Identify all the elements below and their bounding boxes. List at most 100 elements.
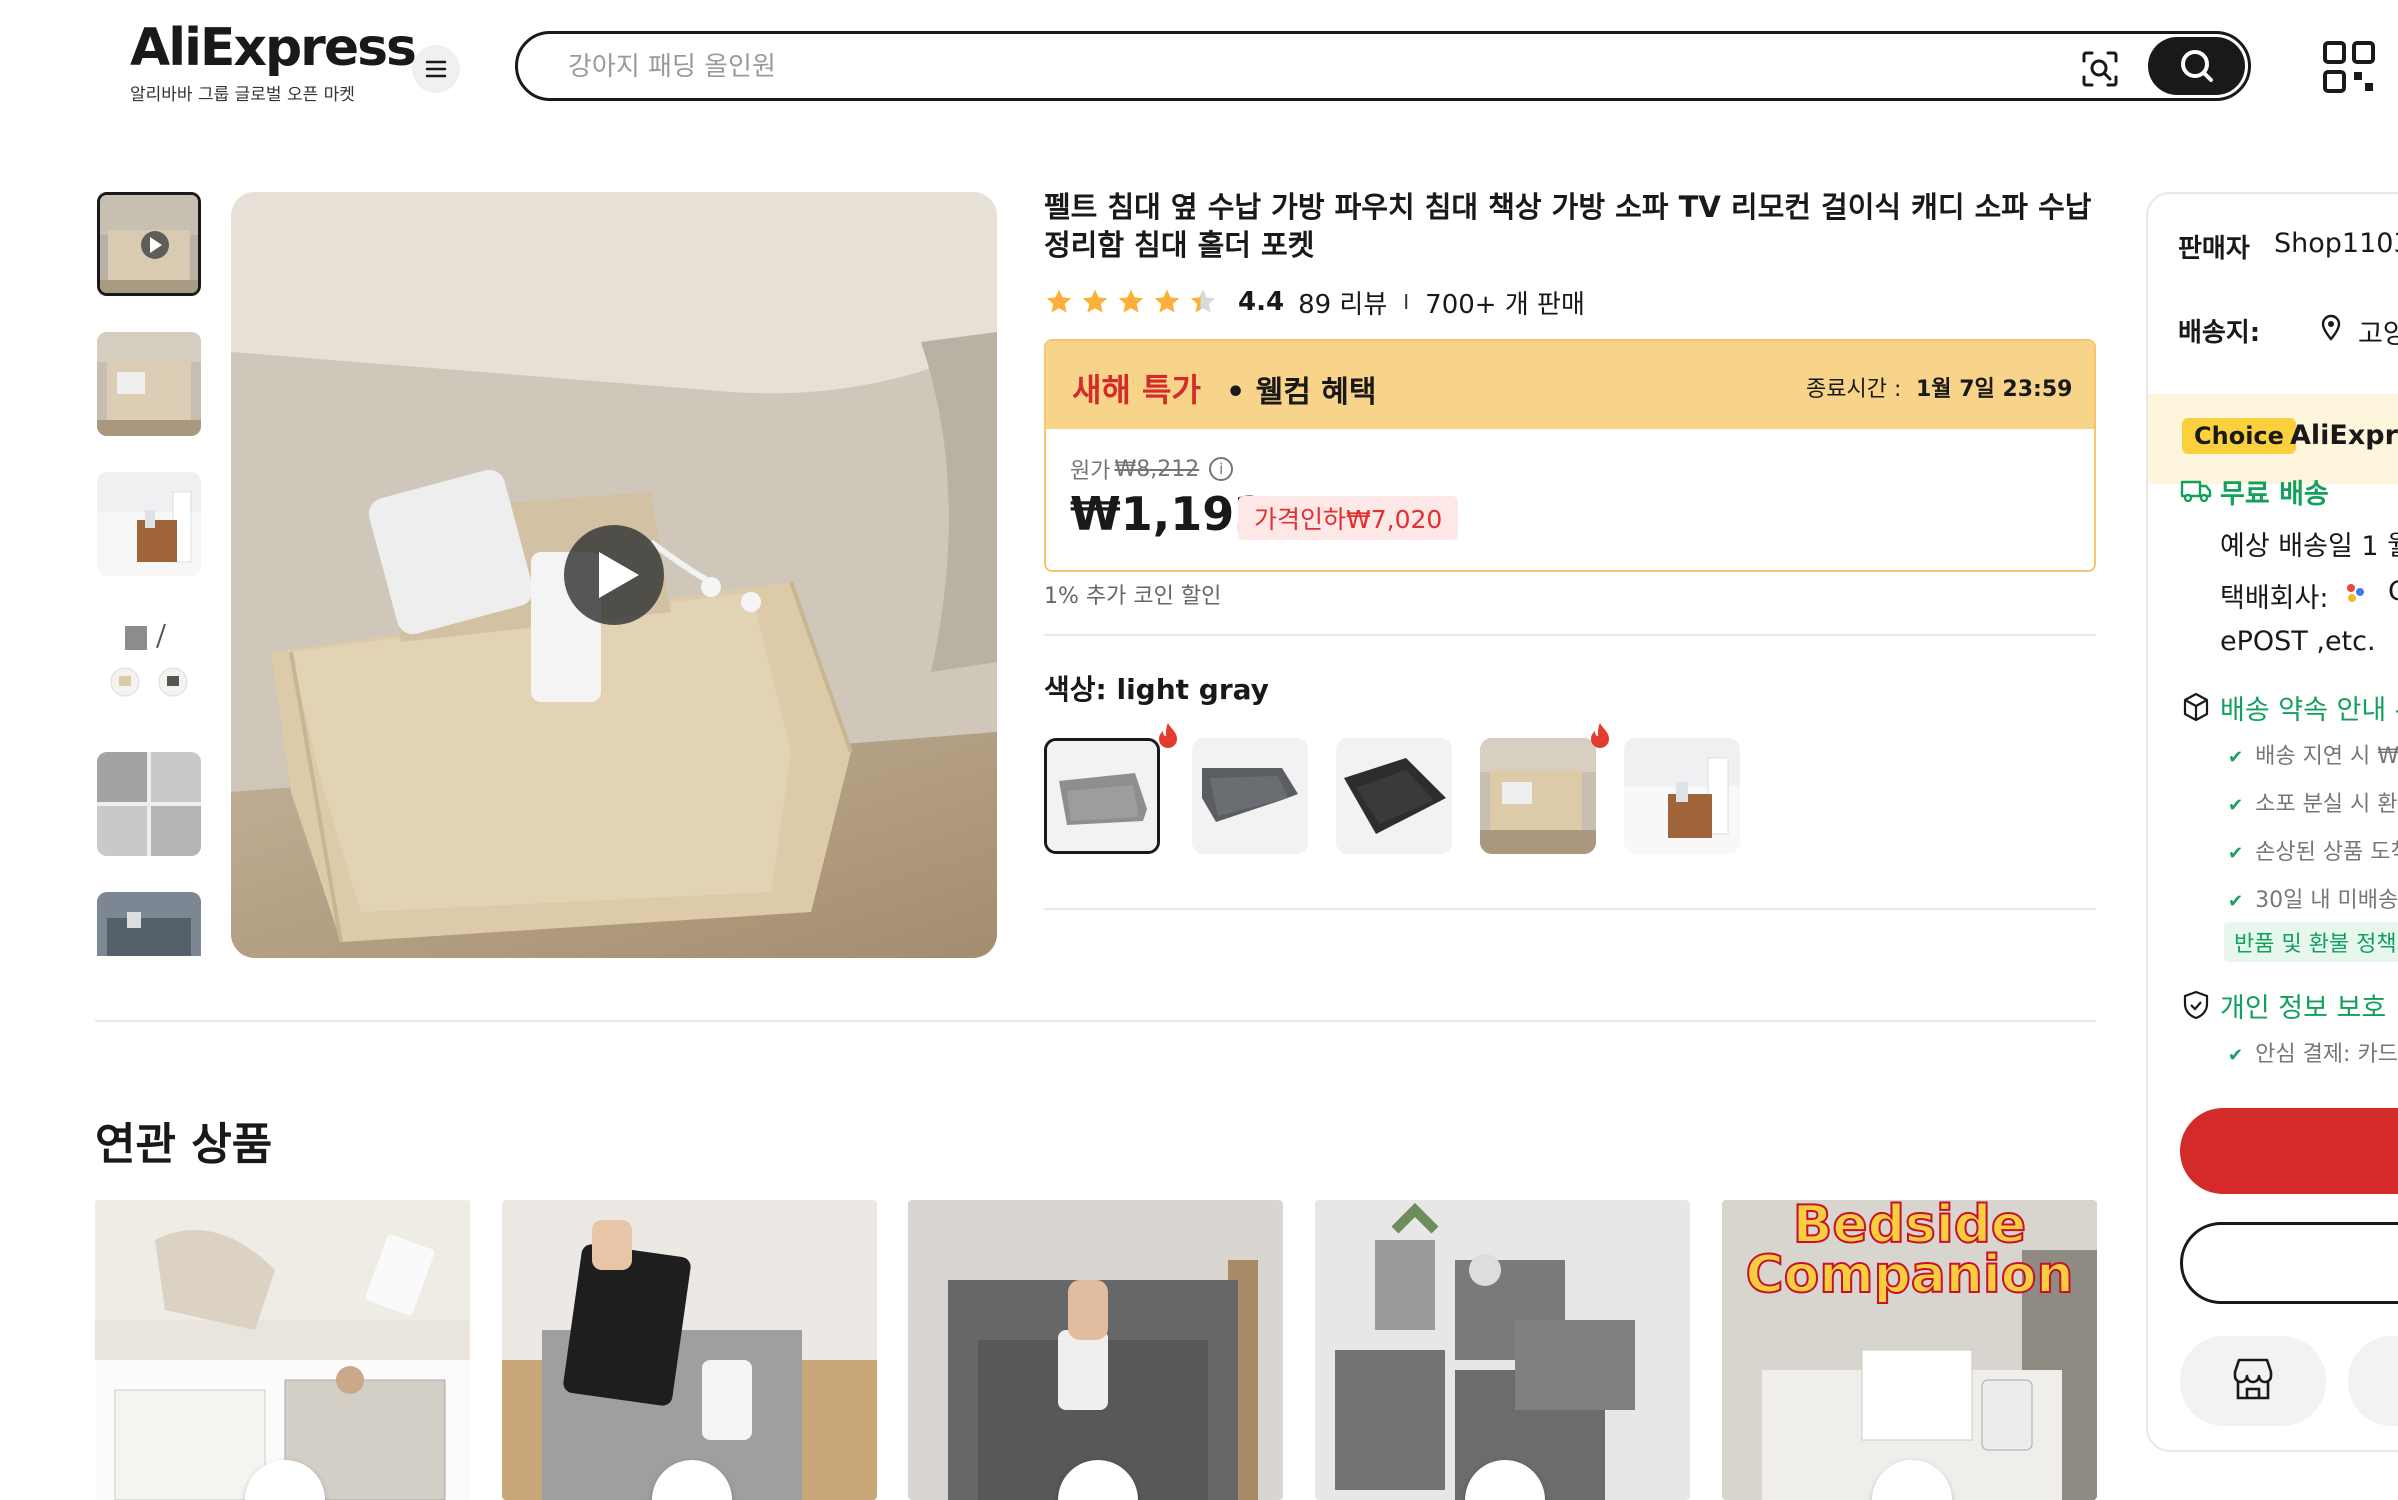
coin-discount-note: 1% 추가 코인 할인 bbox=[1044, 584, 1222, 609]
courier-more: ePOST ,etc. bbox=[2220, 626, 2376, 657]
gallery-thumb-1[interactable] bbox=[97, 192, 201, 296]
swatch-image bbox=[1480, 738, 1596, 854]
promo-box: 새해 특가 • 웰컴 혜택 종료시간 : 1월 7일 23:59 원가 ₩8,2… bbox=[1044, 339, 2096, 572]
courier-logo-icon bbox=[2347, 584, 2364, 602]
search-input[interactable] bbox=[566, 44, 2020, 90]
info-icon[interactable]: i bbox=[1209, 457, 1234, 481]
location-pin-icon bbox=[2321, 314, 2341, 341]
search-icon bbox=[2181, 50, 2213, 82]
related-product-card-1[interactable] bbox=[95, 1200, 470, 1500]
promise-item-3: 손상된 상품 도착 bbox=[2228, 834, 2398, 866]
review-count[interactable]: 89 리뷰 bbox=[1298, 284, 1387, 321]
delivery-promise-head[interactable]: 배송 약속 안내 - bbox=[2220, 688, 2398, 727]
divider bbox=[1044, 634, 2096, 636]
main-product-image[interactable] bbox=[231, 192, 997, 958]
gallery-thumb-6[interactable] bbox=[97, 892, 201, 956]
search-bar bbox=[515, 31, 2251, 101]
swatch-image bbox=[1192, 738, 1308, 854]
package-icon bbox=[2183, 692, 2209, 722]
promo-end-label: 종료시간 : bbox=[1806, 377, 1902, 402]
logo-tagline: 알리바바 그룹 글로벌 오픈 마켓 bbox=[130, 85, 355, 105]
seller-label: 판매자 bbox=[2178, 234, 2250, 264]
star-icon bbox=[1082, 289, 1108, 313]
related-product-card-4[interactable] bbox=[1315, 1200, 1690, 1500]
product-image bbox=[95, 1200, 470, 1500]
discount-badge: 가격인하₩7,020 bbox=[1238, 496, 1459, 540]
promise-item-2: 소포 분실 시 환 bbox=[2228, 786, 2397, 818]
return-policy-chip[interactable]: 반품 및 환불 정책 bbox=[2224, 922, 2398, 962]
product-photo bbox=[231, 192, 997, 958]
qr-code-button[interactable] bbox=[2322, 40, 2376, 94]
more-options-button[interactable] bbox=[2348, 1336, 2398, 1426]
related-product-card-3[interactable] bbox=[908, 1200, 1283, 1500]
hamburger-icon bbox=[425, 60, 447, 78]
gallery-thumb-4[interactable] bbox=[97, 612, 201, 716]
courier-name: C bbox=[2388, 576, 2398, 607]
choice-badge: Choice bbox=[2182, 418, 2296, 454]
star-icon bbox=[1046, 289, 1072, 313]
promo-subtitle: • 웰컴 혜택 bbox=[1226, 375, 1377, 410]
product-title: 펠트 침대 옆 수납 가방 파우치 침대 책상 가방 소파 TV 리모컨 걸이식… bbox=[1044, 190, 2092, 262]
original-price: ₩8,212 bbox=[1114, 456, 1200, 482]
menu-button[interactable] bbox=[412, 45, 460, 93]
swatch-brown[interactable] bbox=[1624, 738, 1740, 854]
gallery-thumb-3[interactable] bbox=[97, 472, 201, 576]
store-button[interactable] bbox=[2180, 1336, 2326, 1426]
star-icon bbox=[1154, 289, 1180, 313]
sale-price: ₩1,192 bbox=[1070, 487, 1267, 541]
promise-item-4: 30일 내 미배송 bbox=[2228, 882, 2398, 914]
thumb-image bbox=[97, 332, 201, 436]
card-promo-text: Bedside Companion bbox=[1722, 1200, 2097, 1305]
buy-now-button[interactable] bbox=[2180, 1108, 2398, 1194]
related-product-card-5[interactable]: Bedside Companion bbox=[1722, 1200, 2097, 1500]
image-search-button[interactable] bbox=[2078, 47, 2122, 91]
rating-value: 4.4 bbox=[1238, 287, 1285, 317]
star-icon bbox=[1190, 289, 1216, 313]
promo-end-time: 1월 7일 23:59 bbox=[1916, 377, 2073, 402]
qr-code-icon bbox=[2323, 41, 2375, 93]
swatch-dark-gray[interactable] bbox=[1192, 738, 1308, 854]
rating-row: 4.4 89 리뷰 I 700+ 개 판매 bbox=[1044, 284, 1585, 320]
hot-fire-icon bbox=[1591, 723, 1609, 748]
card-promo-line-2: Companion bbox=[1745, 1245, 2075, 1305]
choice-bar: Choice AliExpress bbox=[2148, 394, 2398, 484]
thumb-image bbox=[97, 752, 201, 856]
related-product-card-2[interactable] bbox=[502, 1200, 877, 1500]
thumb-image bbox=[97, 472, 201, 576]
swatch-light-gray[interactable] bbox=[1044, 738, 1160, 854]
search-button[interactable] bbox=[2148, 37, 2245, 95]
aliexpress-logo[interactable]: AliExpress bbox=[130, 18, 417, 78]
hot-fire-icon bbox=[1159, 723, 1177, 748]
gallery-thumb-5[interactable] bbox=[97, 752, 201, 856]
choice-store-name: AliExpress bbox=[2290, 420, 2398, 451]
product-image bbox=[502, 1200, 877, 1500]
original-price-label: 원가 bbox=[1070, 459, 1111, 484]
thumb-image bbox=[97, 612, 201, 716]
rating-stars bbox=[1044, 287, 1218, 317]
thumb-image bbox=[100, 195, 198, 293]
gallery-thumb-2[interactable] bbox=[97, 332, 201, 436]
ship-to-label: 배송지: bbox=[2178, 318, 2261, 348]
add-to-cart-button[interactable]: 장 bbox=[2180, 1222, 2398, 1304]
related-products-title: 연관 상품 bbox=[95, 1119, 273, 1170]
card-promo-line-1: Bedside bbox=[1792, 1200, 2027, 1255]
swatch-black[interactable] bbox=[1336, 738, 1452, 854]
shield-icon bbox=[2183, 990, 2209, 1020]
separator: I bbox=[1403, 290, 1410, 314]
purchase-panel: 판매자 Shop1103 배송지: 고양 Choice AliExpress 무… bbox=[2146, 192, 2398, 1452]
divider bbox=[1044, 908, 2096, 910]
product-image bbox=[1315, 1200, 1690, 1500]
privacy-item: 안심 결제: 카드 bbox=[2228, 1036, 2398, 1068]
privacy-head: 개인 정보 보호 bbox=[2220, 993, 2387, 1024]
free-shipping: 무료 배송 bbox=[2220, 479, 2329, 510]
camera-search-icon bbox=[2082, 51, 2118, 87]
swatch-beige[interactable] bbox=[1480, 738, 1596, 854]
truck-icon bbox=[2180, 480, 2212, 503]
swatch-image bbox=[1624, 738, 1740, 854]
ship-to-value[interactable]: 고양 bbox=[2358, 312, 2398, 351]
courier-label: 택배회사: bbox=[2220, 583, 2329, 614]
promo-title: 새해 특가 bbox=[1072, 371, 1201, 409]
promo-header: 새해 특가 • 웰컴 혜택 종료시간 : 1월 7일 23:59 bbox=[1046, 341, 2094, 429]
seller-name[interactable]: Shop1103 bbox=[2274, 228, 2398, 259]
sold-count: 700+ 개 판매 bbox=[1425, 289, 1585, 320]
